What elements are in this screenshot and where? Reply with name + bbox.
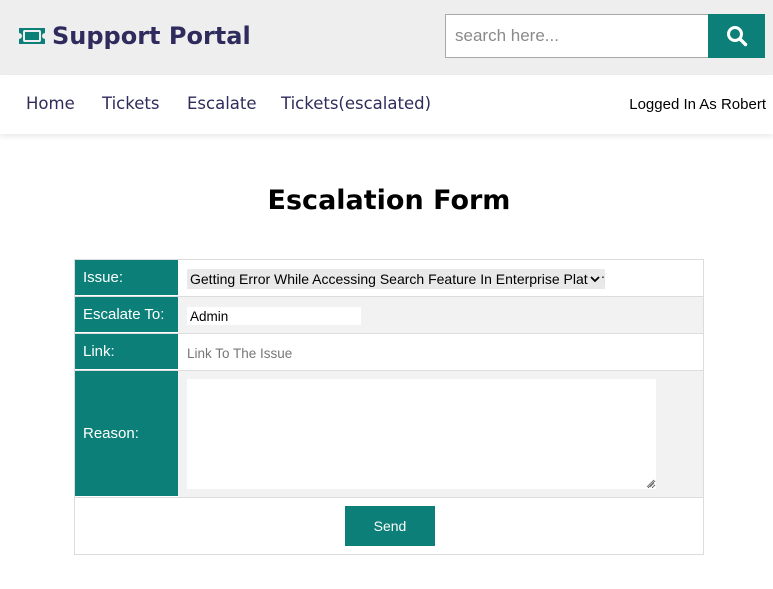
issue-row: Issue: Getting Error While Accessing Sea…	[75, 260, 703, 297]
escalation-form: Issue: Getting Error While Accessing Sea…	[74, 259, 704, 555]
search-button[interactable]	[708, 14, 765, 58]
escalate-to-input[interactable]	[187, 307, 361, 325]
reason-textarea[interactable]	[187, 379, 656, 489]
link-row: Link:	[75, 334, 703, 371]
nav-tickets-escalated[interactable]: Tickets(escalated)	[281, 94, 431, 113]
nav-escalate[interactable]: Escalate	[187, 94, 257, 113]
link-label: Link:	[75, 334, 178, 370]
page-title: Escalation Form	[267, 185, 511, 216]
nav-bar: Home Tickets Escalate Tickets(escalated)…	[0, 75, 773, 134]
escalate-row: Escalate To:	[75, 297, 703, 334]
escalate-label: Escalate To:	[75, 297, 178, 333]
reason-label: Reason:	[75, 371, 178, 497]
reason-cell	[178, 371, 703, 497]
issue-cell: Getting Error While Accessing Search Fea…	[178, 260, 703, 296]
header: Support Portal	[0, 0, 773, 75]
issue-select[interactable]: Getting Error While Accessing Search Fea…	[187, 269, 605, 289]
brand-name: Support Portal	[52, 22, 251, 50]
send-row: Send	[75, 498, 703, 555]
link-cell	[178, 334, 703, 370]
ticket-icon	[19, 28, 45, 44]
search-icon	[726, 26, 747, 47]
search-input[interactable]	[445, 14, 709, 58]
issue-selected-value: Getting Error While Accessing Search Fea…	[190, 271, 605, 287]
nav-home[interactable]: Home	[26, 94, 75, 113]
logged-in-status: Logged In As Robert	[629, 96, 766, 113]
resize-grip-icon[interactable]	[645, 478, 655, 488]
send-button[interactable]: Send	[345, 506, 435, 546]
issue-label: Issue:	[75, 260, 178, 296]
nav-tickets[interactable]: Tickets	[102, 94, 159, 113]
escalate-cell	[178, 297, 703, 333]
chevron-down-icon	[588, 271, 602, 287]
brand[interactable]: Support Portal	[17, 20, 251, 52]
link-input[interactable]	[187, 343, 487, 363]
reason-row: Reason:	[75, 371, 703, 498]
